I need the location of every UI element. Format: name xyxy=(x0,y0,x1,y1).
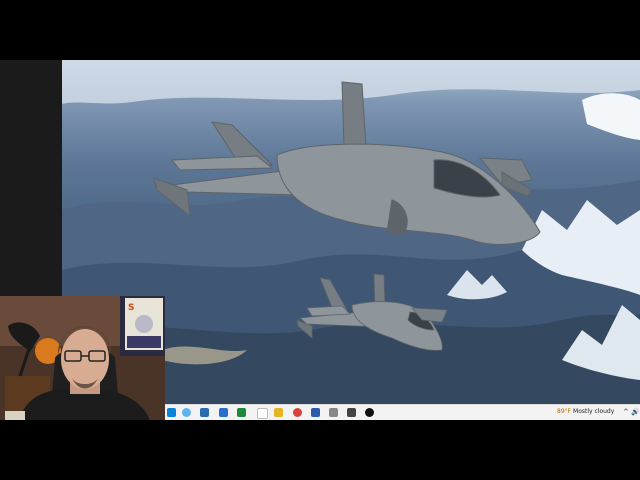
settings-icon[interactable] xyxy=(347,408,356,417)
volume-icon[interactable]: 🔊 xyxy=(631,408,640,416)
edge-icon[interactable] xyxy=(182,408,191,417)
windows-start-icon[interactable] xyxy=(167,408,176,417)
weather-widget[interactable]: 89°F Mostly cloudy xyxy=(557,408,614,415)
notepad-icon[interactable] xyxy=(329,408,338,417)
letterbox-top xyxy=(0,0,640,60)
store-icon[interactable] xyxy=(219,408,228,417)
weather-text: Mostly cloudy xyxy=(573,408,615,415)
windows-taskbar: 89°F Mostly cloudy ^ 🔊 xyxy=(165,404,640,421)
side-panel xyxy=(0,60,62,318)
letterbox-bottom xyxy=(0,420,640,480)
webcam-overlay: S xyxy=(0,296,165,420)
webcam-scene: S xyxy=(0,296,165,420)
file-icon[interactable] xyxy=(257,408,268,419)
word-icon[interactable] xyxy=(311,408,320,417)
file-explorer-icon[interactable] xyxy=(274,408,283,417)
obs-icon[interactable] xyxy=(365,408,374,417)
svg-text:S: S xyxy=(128,303,134,313)
chrome-icon[interactable] xyxy=(293,408,302,417)
tray-up-arrow[interactable]: ^ xyxy=(623,408,629,416)
xbox-icon[interactable] xyxy=(237,408,246,417)
task-view-icon[interactable] xyxy=(200,408,209,417)
weather-temp: 89°F xyxy=(557,408,572,415)
